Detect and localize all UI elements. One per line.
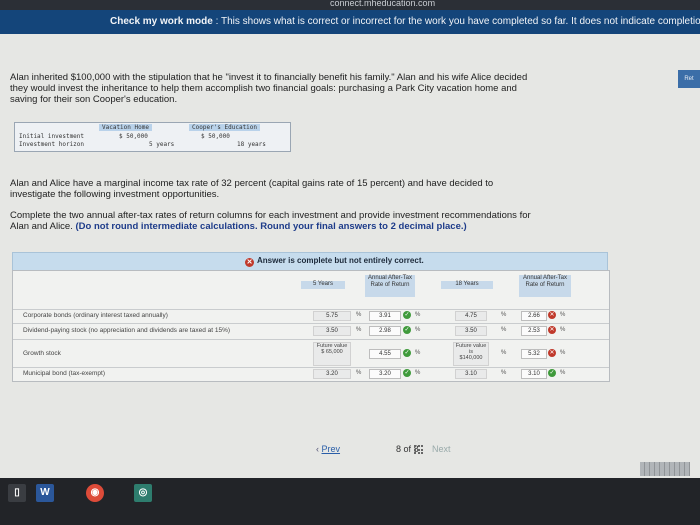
municipal-bond-18yr-rate: 3.10	[455, 369, 487, 379]
word-app-icon[interactable]: W	[36, 484, 54, 502]
next-button[interactable]: Next	[432, 444, 451, 454]
vacation-initial-investment: $ 50,000	[119, 133, 148, 140]
col-vacation-home: Vacation Home	[99, 124, 152, 131]
dividend-stock-5yr-rate: 3.50	[313, 326, 351, 336]
instruction-text: Complete the two annual after-tax rates …	[10, 210, 550, 232]
correct-icon: ✓	[403, 349, 411, 357]
dividend-stock-18yr-rate: 3.50	[455, 326, 487, 336]
col-coopers-education: Cooper's Education	[189, 124, 261, 131]
correct-icon: ✓	[403, 326, 411, 334]
education-horizon: 18 years	[237, 141, 266, 148]
row-label-corporate-bonds: Corporate bonds (ordinary interest taxed…	[23, 312, 168, 319]
corporate-bonds-5yr-rate: 5.75	[313, 311, 351, 321]
side-tab-button[interactable]: Ret	[678, 70, 700, 88]
header-after-tax-5: Annual After-Tax Rate of Return	[365, 275, 415, 297]
answer-status-text: Answer is complete but not entirely corr…	[257, 256, 424, 265]
browser-viewport: connect.mheducation.com Check my work mo…	[0, 0, 700, 478]
corporate-bonds-5yr-after-tax-input[interactable]: 3.91	[369, 311, 401, 321]
keyboard-reflection	[640, 462, 690, 476]
taskbar: ▯ W ◉ ◎	[0, 478, 700, 525]
taskbar-start-icon[interactable]: ▯	[8, 484, 26, 502]
check-my-work-banner: Check my work mode : This shows what is …	[0, 10, 700, 34]
row-label-growth-stock: Growth stock	[23, 350, 61, 357]
corporate-bonds-18yr-rate: 4.75	[455, 311, 487, 321]
prev-button[interactable]: ‹ Prev	[316, 444, 340, 454]
table-row: Dividend-paying stock (no appreciation a…	[13, 323, 609, 338]
row-label-dividend-stock: Dividend-paying stock (no appreciation a…	[23, 327, 231, 334]
instruction-rounding: (Do not round intermediate calculations.…	[75, 221, 467, 232]
row-initial-investment: Initial investment	[19, 133, 85, 140]
banner-text: : This shows what is correct or incorrec…	[212, 16, 700, 27]
vacation-horizon: 5 years	[149, 141, 175, 148]
dividend-stock-5yr-after-tax-input[interactable]: 2.98	[369, 326, 401, 336]
education-initial-investment: $ 50,000	[201, 133, 230, 140]
investment-table: Vacation Home Cooper's Education Initial…	[14, 122, 291, 152]
header-after-tax-18: Annual After-Tax Rate of Return	[519, 275, 571, 297]
row-investment-horizon: Investment horizon	[19, 141, 85, 148]
correct-icon: ✓	[548, 369, 556, 377]
municipal-bond-5yr-after-tax-input[interactable]: 3.20	[369, 369, 401, 379]
problem-intro: Alan inherited $100,000 with the stipula…	[10, 72, 528, 105]
table-row: Corporate bonds (ordinary interest taxed…	[13, 309, 609, 322]
growth-stock-18yr-future-value: Future value is $140,000	[453, 342, 489, 366]
grid-view-icon[interactable]	[414, 445, 423, 454]
row-label-municipal-bond: Municipal bond (tax-exempt)	[23, 370, 106, 377]
chrome-icon[interactable]: ◉	[86, 484, 104, 502]
banner-prefix: Check my work mode	[110, 16, 213, 27]
incorrect-icon: ✕	[245, 258, 254, 267]
correct-icon: ✓	[403, 369, 411, 377]
table-row: Municipal bond (tax-exempt) 3.20 % 3.20 …	[13, 367, 609, 380]
growth-stock-5yr-after-tax-input[interactable]: 4.55	[369, 349, 401, 359]
municipal-bond-5yr-rate: 3.20	[313, 369, 351, 379]
growth-stock-18yr-after-tax-input[interactable]: 5.32	[521, 349, 547, 359]
corporate-bonds-18yr-after-tax-input[interactable]: 2.66	[521, 311, 547, 321]
app-icon[interactable]: ◎	[134, 484, 152, 502]
url-fragment: connect.mheducation.com	[330, 0, 436, 8]
growth-stock-5yr-future-value: Future value $ 65,000	[313, 342, 351, 366]
table-row: Growth stock Future value $ 65,000 4.55 …	[13, 339, 609, 366]
municipal-bond-18yr-after-tax-input[interactable]: 3.10	[521, 369, 547, 379]
header-5-years: 5 Years	[301, 281, 345, 289]
correct-icon: ✓	[403, 311, 411, 319]
header-18-years: 18 Years	[441, 281, 493, 289]
dividend-stock-18yr-after-tax-input[interactable]: 2.53	[521, 326, 547, 336]
tax-rate-text: Alan and Alice have a marginal income ta…	[10, 178, 494, 200]
answer-status-bar: ✕ Answer is complete but not entirely cor…	[12, 252, 608, 272]
browser-top-bar: connect.mheducation.com	[0, 0, 700, 10]
answer-grid: 5 Years Annual After-Tax Rate of Return …	[12, 270, 610, 382]
incorrect-icon: ✕	[548, 326, 556, 334]
incorrect-icon: ✕	[548, 349, 556, 357]
incorrect-icon: ✕	[548, 311, 556, 319]
